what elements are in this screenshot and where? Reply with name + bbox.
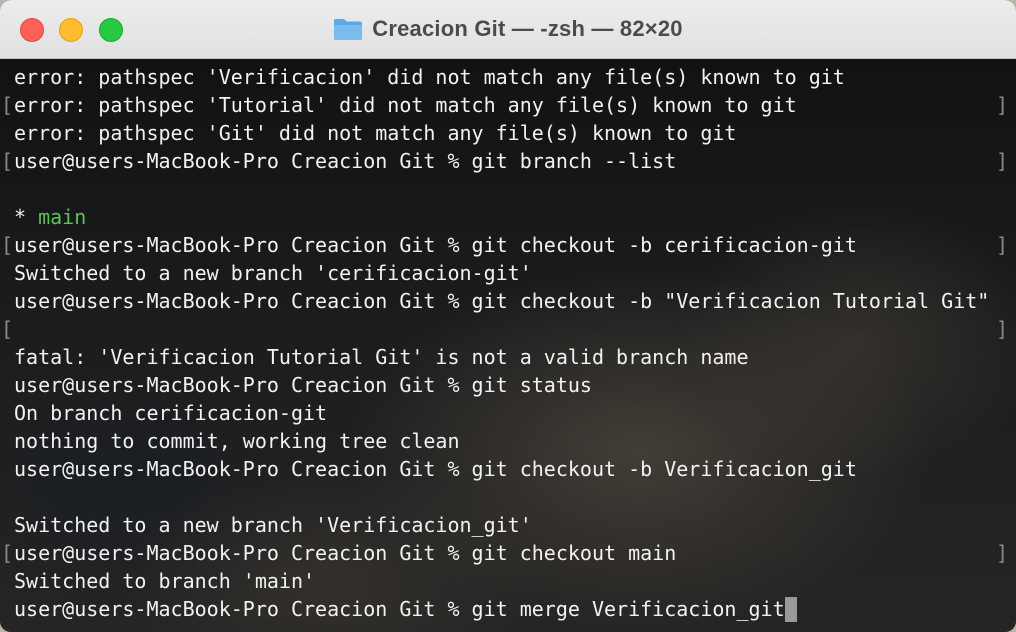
line-text: Switched to a new branch 'cerificacion-g…: [14, 261, 532, 285]
terminal-line: [user@users-MacBook-Pro Creacion Git % g…: [0, 539, 1016, 567]
line-marker-left: [: [1, 93, 14, 117]
line-marker-left: [: [1, 317, 14, 341]
terminal-window: Creacion Git — -zsh — 82×20 error: paths…: [0, 0, 1016, 632]
line-text: user@users-MacBook-Pro Creacion Git % gi…: [14, 457, 857, 481]
terminal-lines: error: pathspec 'Verificacion' did not m…: [0, 63, 1016, 623]
line-text: error: pathspec 'Verificacion' did not m…: [14, 65, 845, 89]
line-marker-right: ]: [996, 149, 1009, 173]
text-cursor: [784, 596, 797, 622]
line-marker-right: ]: [996, 317, 1009, 341]
terminal-output[interactable]: error: pathspec 'Verificacion' did not m…: [0, 59, 1016, 632]
terminal-line: nothing to commit, working tree clean: [0, 427, 1016, 455]
folder-icon: [334, 19, 363, 40]
terminal-line: * main: [0, 203, 1016, 231]
line-text: nothing to commit, working tree clean: [14, 429, 460, 453]
current-branch-name: main: [38, 205, 87, 229]
terminal-line: Switched to a new branch 'cerificacion-g…: [0, 259, 1016, 287]
terminal-line: user@users-MacBook-Pro Creacion Git % gi…: [0, 595, 1016, 623]
line-text: On branch cerificacion-git: [14, 401, 328, 425]
terminal-line: user@users-MacBook-Pro Creacion Git % gi…: [0, 287, 1016, 315]
terminal-line: On branch cerificacion-git: [0, 399, 1016, 427]
terminal-line: error: pathspec 'Verificacion' did not m…: [0, 63, 1016, 91]
line-text: user@users-MacBook-Pro Creacion Git % gi…: [14, 289, 990, 313]
terminal-line: user@users-MacBook-Pro Creacion Git % gi…: [0, 455, 1016, 483]
line-text: fatal: 'Verificacion Tutorial Git' is no…: [14, 345, 749, 369]
line-text: Switched to a new branch 'Verificacion_g…: [14, 513, 532, 537]
line-marker-left: [: [1, 149, 14, 173]
line-marker-right: ]: [996, 541, 1009, 565]
line-marker-right: ]: [996, 233, 1009, 257]
line-marker-left: [: [1, 541, 14, 565]
window-title: Creacion Git — -zsh — 82×20: [372, 16, 683, 41]
line-text: user@users-MacBook-Pro Creacion Git % gi…: [14, 149, 677, 173]
terminal-line: Switched to branch 'main': [0, 567, 1016, 595]
line-text: user@users-MacBook-Pro Creacion Git % gi…: [14, 373, 592, 397]
line-marker-right: ]: [996, 93, 1009, 117]
terminal-line: [user@users-MacBook-Pro Creacion Git % g…: [0, 231, 1016, 259]
title-bar[interactable]: Creacion Git — -zsh — 82×20: [0, 0, 1016, 59]
line-text: user@users-MacBook-Pro Creacion Git % gi…: [14, 597, 785, 621]
line-text: Switched to branch 'main': [14, 569, 316, 593]
terminal-line: [error: pathspec 'Tutorial' did not matc…: [0, 91, 1016, 119]
terminal-line: [user@users-MacBook-Pro Creacion Git % g…: [0, 147, 1016, 175]
line-text: error: pathspec 'Tutorial' did not match…: [14, 93, 797, 117]
window-title-group: Creacion Git — -zsh — 82×20: [0, 14, 1016, 44]
line-text: user@users-MacBook-Pro Creacion Git % gi…: [14, 541, 677, 565]
terminal-line: []: [0, 315, 1016, 343]
terminal-line: Switched to a new branch 'Verificacion_g…: [0, 511, 1016, 539]
terminal-line: error: pathspec 'Git' did not match any …: [0, 119, 1016, 147]
terminal-line: user@users-MacBook-Pro Creacion Git % gi…: [0, 371, 1016, 399]
terminal-line: fatal: 'Verificacion Tutorial Git' is no…: [0, 343, 1016, 371]
current-branch-marker: *: [14, 205, 39, 229]
line-text: error: pathspec 'Git' did not match any …: [14, 121, 737, 145]
line-text: user@users-MacBook-Pro Creacion Git % gi…: [14, 233, 857, 257]
line-marker-left: [: [1, 233, 14, 257]
